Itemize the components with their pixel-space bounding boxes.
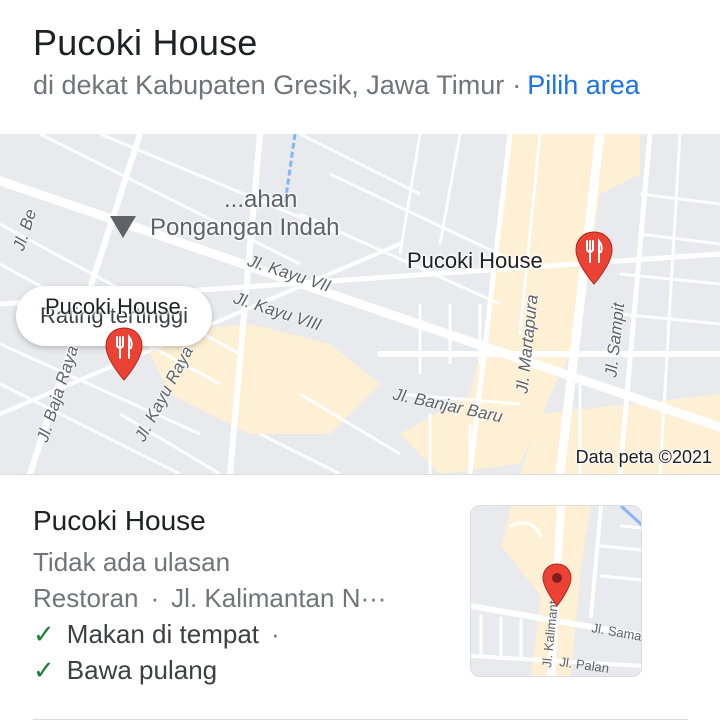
- separator-dot: ·: [150, 583, 160, 613]
- service-takeaway: ✓ Bawa pulang: [33, 655, 217, 686]
- result-card[interactable]: Pucoki House Tidak ada ulasan Restoran · J…: [0, 475, 720, 728]
- separator-dot: ·: [512, 70, 522, 100]
- area-label-partial: ...ahan: [224, 186, 298, 213]
- result-divider: [33, 719, 688, 720]
- restaurant-pin-icon[interactable]: [574, 230, 614, 286]
- map-copyright: Data peta ©2021: [575, 447, 712, 467]
- location-subtitle: di dekat Kabupaten Gresik, Jawa Timur · Pi…: [33, 70, 640, 101]
- check-icon: ✓: [33, 619, 55, 649]
- map-view[interactable]: Rating tertinggi ...ahan Pongangan Indah…: [0, 134, 720, 474]
- area-label-pongangan: Pongangan Indah: [150, 214, 340, 241]
- restaurant-pin-icon[interactable]: [104, 326, 144, 382]
- place-header: Pucoki House di dekat Kabupaten Gresik, …: [0, 0, 720, 134]
- separator-dot: ·: [271, 619, 280, 649]
- map-pin-label[interactable]: Pucoki House: [45, 294, 181, 320]
- service-dine-in: ✓ Makan di tempat ·: [33, 619, 292, 650]
- location-text: di dekat Kabupaten Gresik, Jawa Timur: [33, 70, 505, 100]
- map-pin-label[interactable]: Pucoki House: [407, 248, 543, 274]
- result-map-thumbnail[interactable]: Jl. Sama Jl. Palan Jl. Kalimantan: [470, 505, 642, 677]
- check-icon: ✓: [33, 655, 55, 685]
- category-text: Restoran: [33, 583, 139, 613]
- result-name[interactable]: Pucoki House: [33, 505, 206, 537]
- choose-area-link[interactable]: Pilih area: [527, 70, 640, 100]
- page-title: Pucoki House: [33, 22, 258, 63]
- category-address-line: Restoran · Jl. Kalimantan N···: [33, 583, 386, 614]
- address-text: Jl. Kalimantan N···: [171, 583, 387, 613]
- service-label: Makan di tempat: [66, 619, 260, 649]
- thumbnail-map: Jl. Sama Jl. Palan Jl. Kalimantan: [471, 506, 641, 676]
- review-status: Tidak ada ulasan: [33, 547, 231, 577]
- service-label: Bawa pulang: [66, 655, 218, 685]
